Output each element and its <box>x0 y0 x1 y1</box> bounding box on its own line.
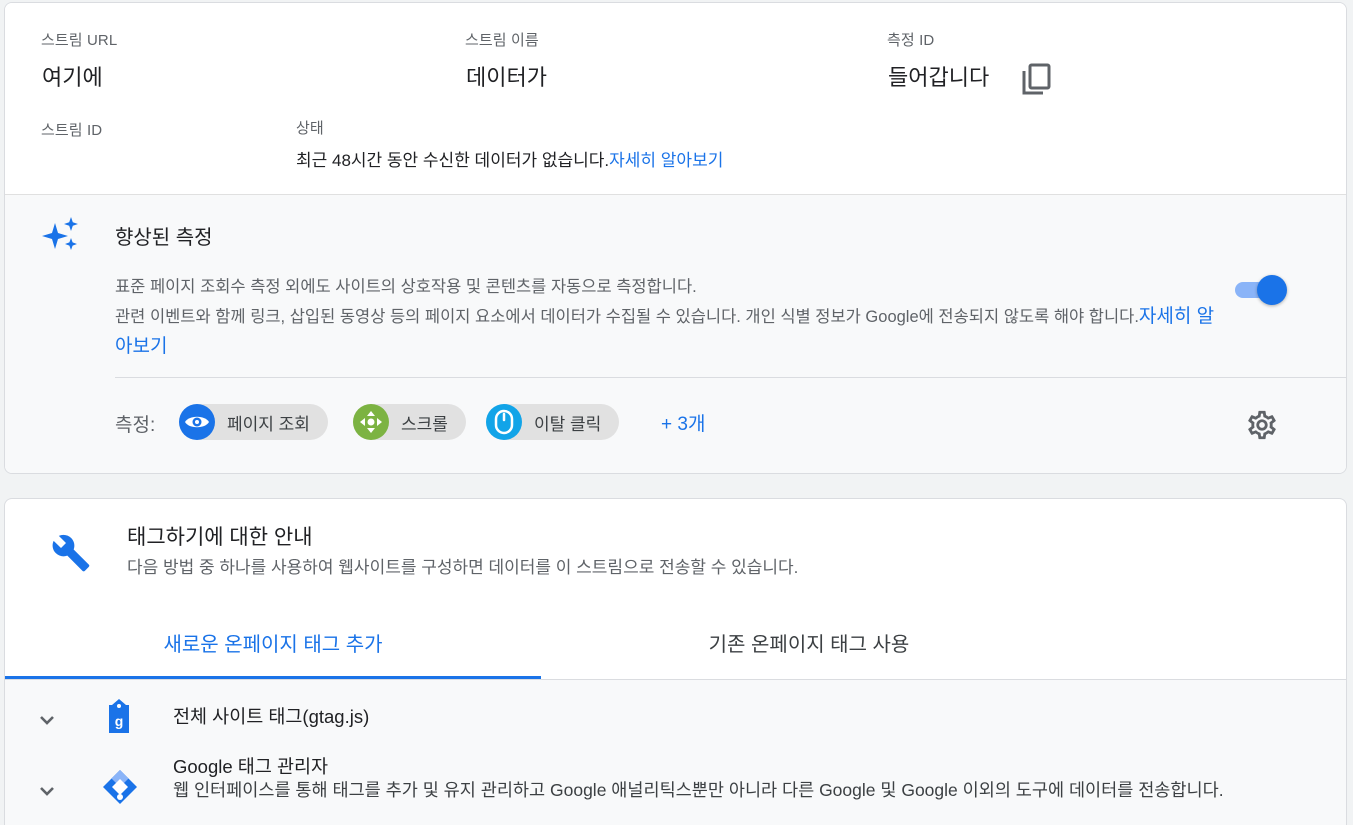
tag-manager-icon <box>103 770 137 804</box>
description-line-1: 표준 페이지 조회수 측정 외에도 사이트의 상호작용 및 콘텐츠를 자동으로 … <box>115 278 697 296</box>
measurement-id-label: 측정 ID <box>887 32 935 49</box>
tagging-title: 태그하기에 대한 안내 <box>127 526 313 549</box>
wrench-icon <box>52 534 90 572</box>
stream-id-label: 스트림 ID <box>41 122 103 139</box>
enhanced-measurement-toggle[interactable] <box>1233 275 1291 305</box>
list-item-title: 전체 사이트 태그(gtag.js) <box>173 706 370 727</box>
chip-label: 페이지 조회 <box>227 414 310 434</box>
chip-label: 이탈 클릭 <box>534 414 602 434</box>
more-measurements-link[interactable]: + 3개 <box>661 409 705 436</box>
status-learn-more-link[interactable]: 자세히 알아보기 <box>609 151 723 170</box>
enhanced-measurement-title: 향상된 측정 <box>115 227 213 249</box>
chevron-down-icon[interactable] <box>35 708 59 732</box>
status-text: 최근 48시간 동안 수신한 데이터가 없습니다. <box>296 151 610 170</box>
list-item-description: 웹 인터페이스를 통해 태그를 추가 및 유지 관리하고 Google 애널리틱… <box>173 780 1224 800</box>
description-line-2: 관련 이벤트와 함께 링크, 삽입된 동영상 등의 페이지 요소에서 데이터가 … <box>115 302 1225 362</box>
chip-scroll[interactable]: 스크롤 <box>353 404 466 440</box>
tagging-subtitle: 다음 방법 중 하나를 사용하여 웹사이트를 구성하면 데이터를 이 스트림으로… <box>127 558 799 577</box>
chip-label: 스크롤 <box>401 414 448 434</box>
svg-text:g: g <box>115 713 124 729</box>
chip-page-view[interactable]: 페이지 조회 <box>179 404 328 440</box>
active-tab-indicator <box>5 676 541 679</box>
stream-details-card: 스트림 URL 여기에 스트림 이름 데이터가 측정 ID 들어갑니다 스트림 … <box>4 2 1347 474</box>
toggle-knob <box>1257 275 1287 305</box>
status-label: 상태 <box>296 120 324 137</box>
gear-icon[interactable] <box>1245 408 1279 442</box>
eye-icon <box>179 404 215 440</box>
copy-icon[interactable] <box>1021 62 1053 96</box>
gtag-icon: g <box>109 699 129 733</box>
chip-outbound-click[interactable]: 이탈 클릭 <box>486 404 620 440</box>
description-line-2-text: 관련 이벤트와 함께 링크, 삽입된 동영상 등의 페이지 요소에서 데이터가 … <box>115 308 1139 326</box>
tab-add-new-tag[interactable]: 새로운 온페이지 태그 추가 <box>5 603 541 681</box>
stream-info-section: 스트림 URL 여기에 스트림 이름 데이터가 측정 ID 들어갑니다 스트림 … <box>5 3 1346 195</box>
stream-url-value: 여기에 <box>42 65 103 90</box>
divider <box>115 377 1346 378</box>
scroll-icon <box>353 404 389 440</box>
tag-options-list: g 전체 사이트 태그(gtag.js) Google 태그 관리자 웹 인터페… <box>5 680 1346 825</box>
status-message: 최근 48시간 동안 수신한 데이터가 없습니다.자세히 알아보기 <box>296 146 723 171</box>
enhanced-measurement-description: 표준 페이지 조회수 측정 외에도 사이트의 상호작용 및 콘텐츠를 자동으로 … <box>115 273 1225 362</box>
enhanced-measurement-section: 향상된 측정 표준 페이지 조회수 측정 외에도 사이트의 상호작용 및 콘텐츠… <box>5 195 1346 473</box>
stream-url-label: 스트림 URL <box>41 32 118 49</box>
tagging-instructions-card: 태그하기에 대한 안내 다음 방법 중 하나를 사용하여 웹사이트를 구성하면 … <box>4 498 1347 825</box>
list-item-title: Google 태그 관리자 <box>173 756 329 777</box>
stream-name-label: 스트림 이름 <box>465 32 539 49</box>
tab-use-existing-tag[interactable]: 기존 온페이지 태그 사용 <box>541 603 1077 681</box>
measurements-label: 측정: <box>115 415 156 436</box>
measurement-id-value: 들어갑니다 <box>888 65 990 90</box>
mouse-icon <box>486 404 522 440</box>
stream-name-value: 데이터가 <box>466 65 547 90</box>
sparkle-icon <box>42 217 78 250</box>
chevron-down-icon[interactable] <box>35 779 59 803</box>
